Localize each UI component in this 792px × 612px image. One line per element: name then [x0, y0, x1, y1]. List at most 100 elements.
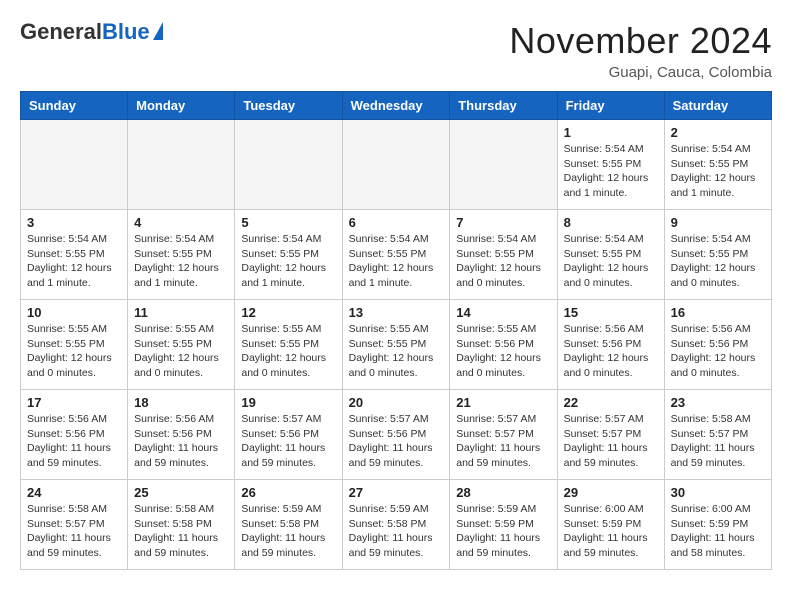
- calendar-cell: [342, 120, 450, 210]
- calendar-cell: 10 Sunrise: 5:55 AM Sunset: 5:55 PM Dayli…: [21, 300, 128, 390]
- calendar-cell: 3 Sunrise: 5:54 AM Sunset: 5:55 PM Daylig…: [21, 210, 128, 300]
- calendar-table: SundayMondayTuesdayWednesdayThursdayFrid…: [20, 91, 772, 570]
- day-info: Sunrise: 5:59 AM Sunset: 5:58 PM Dayligh…: [349, 502, 444, 561]
- day-number: 3: [27, 215, 121, 230]
- calendar-cell: 27 Sunrise: 5:59 AM Sunset: 5:58 PM Dayli…: [342, 480, 450, 570]
- day-info: Sunrise: 5:54 AM Sunset: 5:55 PM Dayligh…: [241, 232, 335, 291]
- day-info: Sunrise: 5:54 AM Sunset: 5:55 PM Dayligh…: [564, 232, 658, 291]
- calendar-cell: 19 Sunrise: 5:57 AM Sunset: 5:56 PM Dayli…: [235, 390, 342, 480]
- weekday-thursday: Thursday: [450, 92, 557, 120]
- day-number: 22: [564, 395, 658, 410]
- week-row-3: 10 Sunrise: 5:55 AM Sunset: 5:55 PM Dayli…: [21, 300, 772, 390]
- weekday-header-row: SundayMondayTuesdayWednesdayThursdayFrid…: [21, 92, 772, 120]
- weekday-friday: Friday: [557, 92, 664, 120]
- day-number: 27: [349, 485, 444, 500]
- calendar-cell: 24Sunrise: 5:58 AM Sunset: 5:57 PM Dayli…: [21, 480, 128, 570]
- calendar-cell: 17 Sunrise: 5:56 AM Sunset: 5:56 PM Dayli…: [21, 390, 128, 480]
- day-info: Sunrise: 5:56 AM Sunset: 5:56 PM Dayligh…: [134, 412, 228, 471]
- week-row-4: 17 Sunrise: 5:56 AM Sunset: 5:56 PM Dayli…: [21, 390, 772, 480]
- day-info: Sunrise: 6:00 AM Sunset: 5:59 PM Dayligh…: [671, 502, 765, 561]
- month-title: November 2024: [509, 20, 772, 62]
- calendar-cell: 15 Sunrise: 5:56 AM Sunset: 5:56 PM Dayli…: [557, 300, 664, 390]
- day-number: 18: [134, 395, 228, 410]
- calendar-cell: 7 Sunrise: 5:54 AM Sunset: 5:55 PM Daylig…: [450, 210, 557, 300]
- day-number: 25: [134, 485, 228, 500]
- calendar-cell: [235, 120, 342, 210]
- day-number: 29: [564, 485, 658, 500]
- calendar-cell: [450, 120, 557, 210]
- calendar-cell: 29Sunrise: 6:00 AM Sunset: 5:59 PM Dayli…: [557, 480, 664, 570]
- title-block: November 2024 Guapi, Cauca, Colombia: [509, 20, 772, 81]
- logo-blue: Blue: [102, 20, 150, 44]
- day-number: 19: [241, 395, 335, 410]
- calendar-cell: 9Sunrise: 5:54 AM Sunset: 5:55 PM Daylig…: [664, 210, 771, 300]
- day-number: 30: [671, 485, 765, 500]
- day-info: Sunrise: 5:54 AM Sunset: 5:55 PM Dayligh…: [349, 232, 444, 291]
- day-info: Sunrise: 5:59 AM Sunset: 5:58 PM Dayligh…: [241, 502, 335, 561]
- logo-general: General: [20, 20, 102, 44]
- calendar-cell: 28Sunrise: 5:59 AM Sunset: 5:59 PM Dayli…: [450, 480, 557, 570]
- day-info: Sunrise: 5:57 AM Sunset: 5:56 PM Dayligh…: [349, 412, 444, 471]
- day-number: 1: [564, 125, 658, 140]
- day-number: 26: [241, 485, 335, 500]
- weekday-saturday: Saturday: [664, 92, 771, 120]
- day-number: 10: [27, 305, 121, 320]
- logo-icon: [153, 22, 163, 40]
- calendar-cell: 12 Sunrise: 5:55 AM Sunset: 5:55 PM Dayli…: [235, 300, 342, 390]
- calendar-cell: 20 Sunrise: 5:57 AM Sunset: 5:56 PM Dayli…: [342, 390, 450, 480]
- day-number: 21: [456, 395, 550, 410]
- weekday-monday: Monday: [128, 92, 235, 120]
- day-info: Sunrise: 5:57 AM Sunset: 5:57 PM Dayligh…: [564, 412, 658, 471]
- day-info: Sunrise: 5:56 AM Sunset: 5:56 PM Dayligh…: [671, 322, 765, 381]
- day-number: 6: [349, 215, 444, 230]
- day-info: Sunrise: 5:56 AM Sunset: 5:56 PM Dayligh…: [27, 412, 121, 471]
- calendar-cell: 25Sunrise: 5:58 AM Sunset: 5:58 PM Dayli…: [128, 480, 235, 570]
- day-number: 9: [671, 215, 765, 230]
- day-number: 11: [134, 305, 228, 320]
- week-row-2: 3 Sunrise: 5:54 AM Sunset: 5:55 PM Daylig…: [21, 210, 772, 300]
- day-number: 13: [349, 305, 444, 320]
- calendar-cell: 4 Sunrise: 5:54 AM Sunset: 5:55 PM Daylig…: [128, 210, 235, 300]
- day-info: Sunrise: 5:58 AM Sunset: 5:57 PM Dayligh…: [27, 502, 121, 561]
- day-number: 15: [564, 305, 658, 320]
- day-info: Sunrise: 5:57 AM Sunset: 5:56 PM Dayligh…: [241, 412, 335, 471]
- calendar-cell: 14 Sunrise: 5:55 AM Sunset: 5:56 PM Dayli…: [450, 300, 557, 390]
- day-info: Sunrise: 5:58 AM Sunset: 5:57 PM Dayligh…: [671, 412, 765, 471]
- calendar-cell: 13 Sunrise: 5:55 AM Sunset: 5:55 PM Dayli…: [342, 300, 450, 390]
- calendar-cell: 23 Sunrise: 5:58 AM Sunset: 5:57 PM Dayli…: [664, 390, 771, 480]
- day-number: 23: [671, 395, 765, 410]
- logo: General Blue: [20, 20, 163, 44]
- day-info: Sunrise: 5:54 AM Sunset: 5:55 PM Dayligh…: [27, 232, 121, 291]
- day-number: 17: [27, 395, 121, 410]
- calendar-header: SundayMondayTuesdayWednesdayThursdayFrid…: [21, 92, 772, 120]
- calendar-cell: [21, 120, 128, 210]
- day-number: 7: [456, 215, 550, 230]
- calendar-cell: 6 Sunrise: 5:54 AM Sunset: 5:55 PM Daylig…: [342, 210, 450, 300]
- calendar-cell: 26 Sunrise: 5:59 AM Sunset: 5:58 PM Dayli…: [235, 480, 342, 570]
- day-number: 8: [564, 215, 658, 230]
- day-number: 12: [241, 305, 335, 320]
- weekday-tuesday: Tuesday: [235, 92, 342, 120]
- calendar-body: 1 Sunrise: 5:54 AM Sunset: 5:55 PM Daylig…: [21, 120, 772, 570]
- day-info: Sunrise: 5:55 AM Sunset: 5:55 PM Dayligh…: [349, 322, 444, 381]
- day-number: 14: [456, 305, 550, 320]
- week-row-1: 1Sunrise: 5:54 AM Sunset: 5:55 PM Daylig…: [21, 120, 772, 210]
- day-info: Sunrise: 5:54 AM Sunset: 5:55 PM Dayligh…: [134, 232, 228, 291]
- location-subtitle: Guapi, Cauca, Colombia: [509, 64, 772, 81]
- calendar-cell: 2Sunrise: 5:54 AM Sunset: 5:55 PM Daylig…: [664, 120, 771, 210]
- day-info: Sunrise: 5:56 AM Sunset: 5:56 PM Dayligh…: [564, 322, 658, 381]
- day-info: Sunrise: 5:55 AM Sunset: 5:55 PM Dayligh…: [134, 322, 228, 381]
- day-info: Sunrise: 5:55 AM Sunset: 5:56 PM Dayligh…: [456, 322, 550, 381]
- day-number: 4: [134, 215, 228, 230]
- day-number: 20: [349, 395, 444, 410]
- day-number: 16: [671, 305, 765, 320]
- week-row-5: 24Sunrise: 5:58 AM Sunset: 5:57 PM Dayli…: [21, 480, 772, 570]
- calendar-cell: 22 Sunrise: 5:57 AM Sunset: 5:57 PM Dayli…: [557, 390, 664, 480]
- day-info: Sunrise: 5:54 AM Sunset: 5:55 PM Dayligh…: [456, 232, 550, 291]
- calendar-cell: 18 Sunrise: 5:56 AM Sunset: 5:56 PM Dayli…: [128, 390, 235, 480]
- day-info: Sunrise: 5:59 AM Sunset: 5:59 PM Dayligh…: [456, 502, 550, 561]
- page-header: General Blue November 2024 Guapi, Cauca,…: [20, 20, 772, 81]
- day-info: Sunrise: 5:55 AM Sunset: 5:55 PM Dayligh…: [241, 322, 335, 381]
- day-info: Sunrise: 5:57 AM Sunset: 5:57 PM Dayligh…: [456, 412, 550, 471]
- day-info: Sunrise: 5:55 AM Sunset: 5:55 PM Dayligh…: [27, 322, 121, 381]
